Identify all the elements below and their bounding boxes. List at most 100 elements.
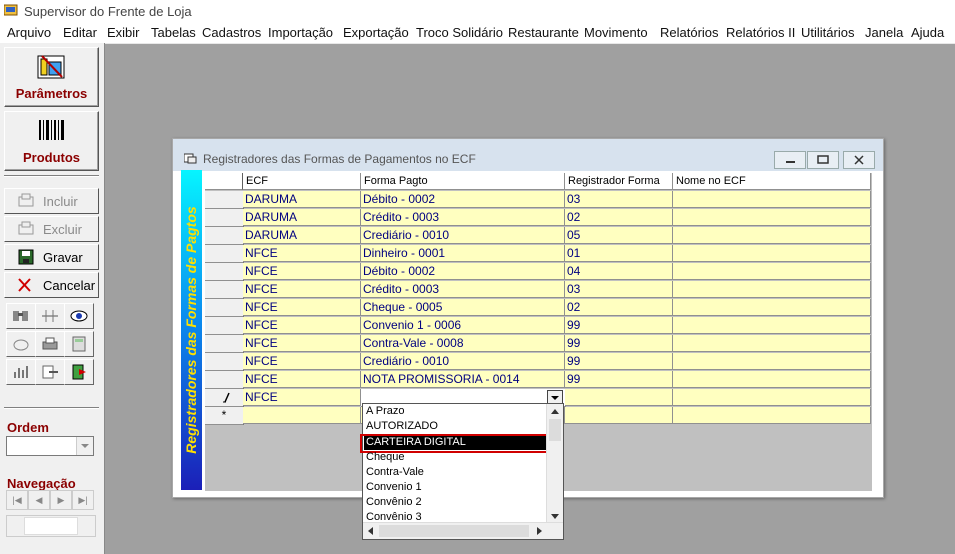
row-indicator[interactable] (205, 299, 244, 317)
cell-ecf[interactable]: NFCE (243, 317, 361, 334)
cell-registrador[interactable] (565, 407, 673, 424)
cell-ecf[interactable]: NFCE (243, 263, 361, 280)
cell-nome-ecf[interactable] (673, 209, 871, 226)
cell-registrador[interactable]: 03 (565, 281, 673, 298)
menu-relatorios[interactable]: Relatórios (660, 25, 719, 40)
dropdown-option[interactable]: Convênio 2 (366, 495, 422, 510)
binoculars-button[interactable] (6, 303, 36, 329)
cell-registrador[interactable]: 02 (565, 209, 673, 226)
next-record-icon[interactable]: ▶ (50, 490, 72, 510)
cell-ecf[interactable]: NFCE (243, 335, 361, 352)
row-indicator[interactable] (205, 353, 244, 371)
cell-ecf[interactable]: NFCE (243, 353, 361, 370)
produtos-button[interactable]: Produtos (4, 111, 99, 171)
menu-utilitarios[interactable]: Utilitários (801, 25, 854, 40)
row-indicator[interactable] (205, 335, 244, 353)
cell-registrador[interactable]: 01 (565, 245, 673, 262)
restore-button[interactable] (807, 151, 839, 169)
cell-forma-pagto[interactable]: Cheque - 0005 (361, 299, 565, 316)
filter-button[interactable] (6, 331, 36, 357)
cell-nome-ecf[interactable] (673, 335, 871, 352)
minimize-button[interactable] (774, 151, 806, 169)
cell-nome-ecf[interactable] (673, 299, 871, 316)
menu-tabelas[interactable]: Tabelas (151, 25, 196, 40)
close-button[interactable] (843, 151, 875, 169)
cancelar-button[interactable]: Cancelar (4, 272, 99, 298)
cell-registrador[interactable]: 02 (565, 299, 673, 316)
cell-registrador[interactable] (565, 389, 673, 406)
menu-editar[interactable]: Editar (63, 25, 97, 40)
cell-registrador[interactable]: 99 (565, 317, 673, 334)
cell-registrador[interactable]: 04 (565, 263, 673, 280)
dropdown-option[interactable]: Convenio 1 (366, 480, 422, 495)
forma-pagto-dropdown-list[interactable]: A Prazo AUTORIZADO CARTEIRA DIGITAL Cheq… (360, 403, 564, 540)
cell-forma-pagto[interactable]: Débito - 0002 (361, 191, 565, 208)
exit-button[interactable] (64, 359, 94, 385)
cell-nome-ecf[interactable] (673, 281, 871, 298)
column-header-registrador-forma[interactable]: Registrador Forma (565, 173, 673, 190)
chart-button[interactable] (6, 359, 36, 385)
parametros-button[interactable]: Parâmetros (4, 47, 99, 107)
cell-ecf[interactable]: DARUMA (243, 191, 361, 208)
row-indicator[interactable] (205, 389, 244, 407)
cell-forma-pagto[interactable]: Contra-Vale - 0008 (361, 335, 565, 352)
first-record-icon[interactable]: |◀ (6, 490, 28, 510)
cell-ecf[interactable] (243, 407, 361, 424)
cell-forma-pagto[interactable]: Débito - 0002 (361, 263, 565, 280)
chevron-down-icon[interactable] (76, 437, 93, 455)
cell-nome-ecf[interactable] (673, 407, 871, 424)
row-indicator[interactable] (205, 281, 244, 299)
dropdown-horizontal-scrollbar[interactable] (363, 522, 563, 539)
cell-registrador[interactable]: 99 (565, 353, 673, 370)
menu-exibir[interactable]: Exibir (107, 25, 140, 40)
column-header-ecf[interactable]: ECF (243, 173, 361, 190)
incluir-button[interactable]: Incluir (4, 188, 99, 214)
cell-forma-pagto[interactable]: Convenio 1 - 0006 (361, 317, 565, 334)
cell-ecf[interactable]: NFCE (243, 299, 361, 316)
menu-janela[interactable]: Janela (865, 25, 903, 40)
cell-registrador[interactable]: 99 (565, 371, 673, 388)
cell-forma-pagto[interactable]: Crédito - 0003 (361, 281, 565, 298)
cell-nome-ecf[interactable] (673, 371, 871, 388)
row-indicator[interactable] (205, 245, 244, 263)
calculator-button[interactable] (64, 331, 94, 357)
cell-nome-ecf[interactable] (673, 191, 871, 208)
dropdown-option[interactable]: Cheque (366, 450, 405, 465)
row-indicator[interactable] (205, 317, 244, 335)
column-header-nome-no-ecf[interactable]: Nome no ECF (673, 173, 871, 190)
cell-forma-pagto[interactable]: Dinheiro - 0001 (361, 245, 565, 262)
cell-nome-ecf[interactable] (673, 263, 871, 280)
dropdown-option[interactable]: A Prazo (366, 404, 405, 419)
menu-exportacao[interactable]: Exportação (343, 25, 409, 40)
scroll-thumb[interactable] (24, 517, 78, 535)
menu-ajuda[interactable]: Ajuda (911, 25, 944, 40)
cell-ecf[interactable]: NFCE (243, 281, 361, 298)
cell-ecf[interactable]: DARUMA (243, 227, 361, 244)
navigation-scrollbar[interactable] (6, 515, 96, 537)
cell-registrador[interactable]: 05 (565, 227, 673, 244)
cell-nome-ecf[interactable] (673, 227, 871, 244)
cell-registrador[interactable]: 99 (565, 335, 673, 352)
cell-forma-pagto[interactable]: Crediário - 0010 (361, 227, 565, 244)
row-indicator[interactable] (205, 263, 244, 281)
dropdown-option[interactable]: Contra-Vale (366, 465, 424, 480)
ordem-select[interactable] (6, 436, 94, 456)
cell-forma-pagto[interactable]: NOTA PROMISSORIA - 0014 (361, 371, 565, 388)
cell-nome-ecf[interactable] (673, 389, 871, 406)
menu-movimento[interactable]: Movimento (584, 25, 648, 40)
column-header-forma-pagto[interactable]: Forma Pagto (361, 173, 565, 190)
cell-nome-ecf[interactable] (673, 353, 871, 370)
gravar-button[interactable]: Gravar (4, 244, 99, 270)
cell-registrador[interactable]: 03 (565, 191, 673, 208)
row-indicator[interactable] (205, 371, 244, 389)
last-record-icon[interactable]: ▶| (72, 490, 94, 510)
sort-button[interactable] (35, 303, 65, 329)
menu-importacao[interactable]: Importação (268, 25, 333, 40)
row-indicator[interactable] (205, 191, 244, 209)
export-button[interactable] (35, 359, 65, 385)
cell-forma-pagto[interactable]: Crediário - 0010 (361, 353, 565, 370)
dropdown-vertical-scrollbar[interactable] (546, 404, 563, 523)
cell-ecf[interactable]: DARUMA (243, 209, 361, 226)
menu-troco-solidario[interactable]: Troco Solidário (416, 25, 503, 40)
cell-nome-ecf[interactable] (673, 245, 871, 262)
